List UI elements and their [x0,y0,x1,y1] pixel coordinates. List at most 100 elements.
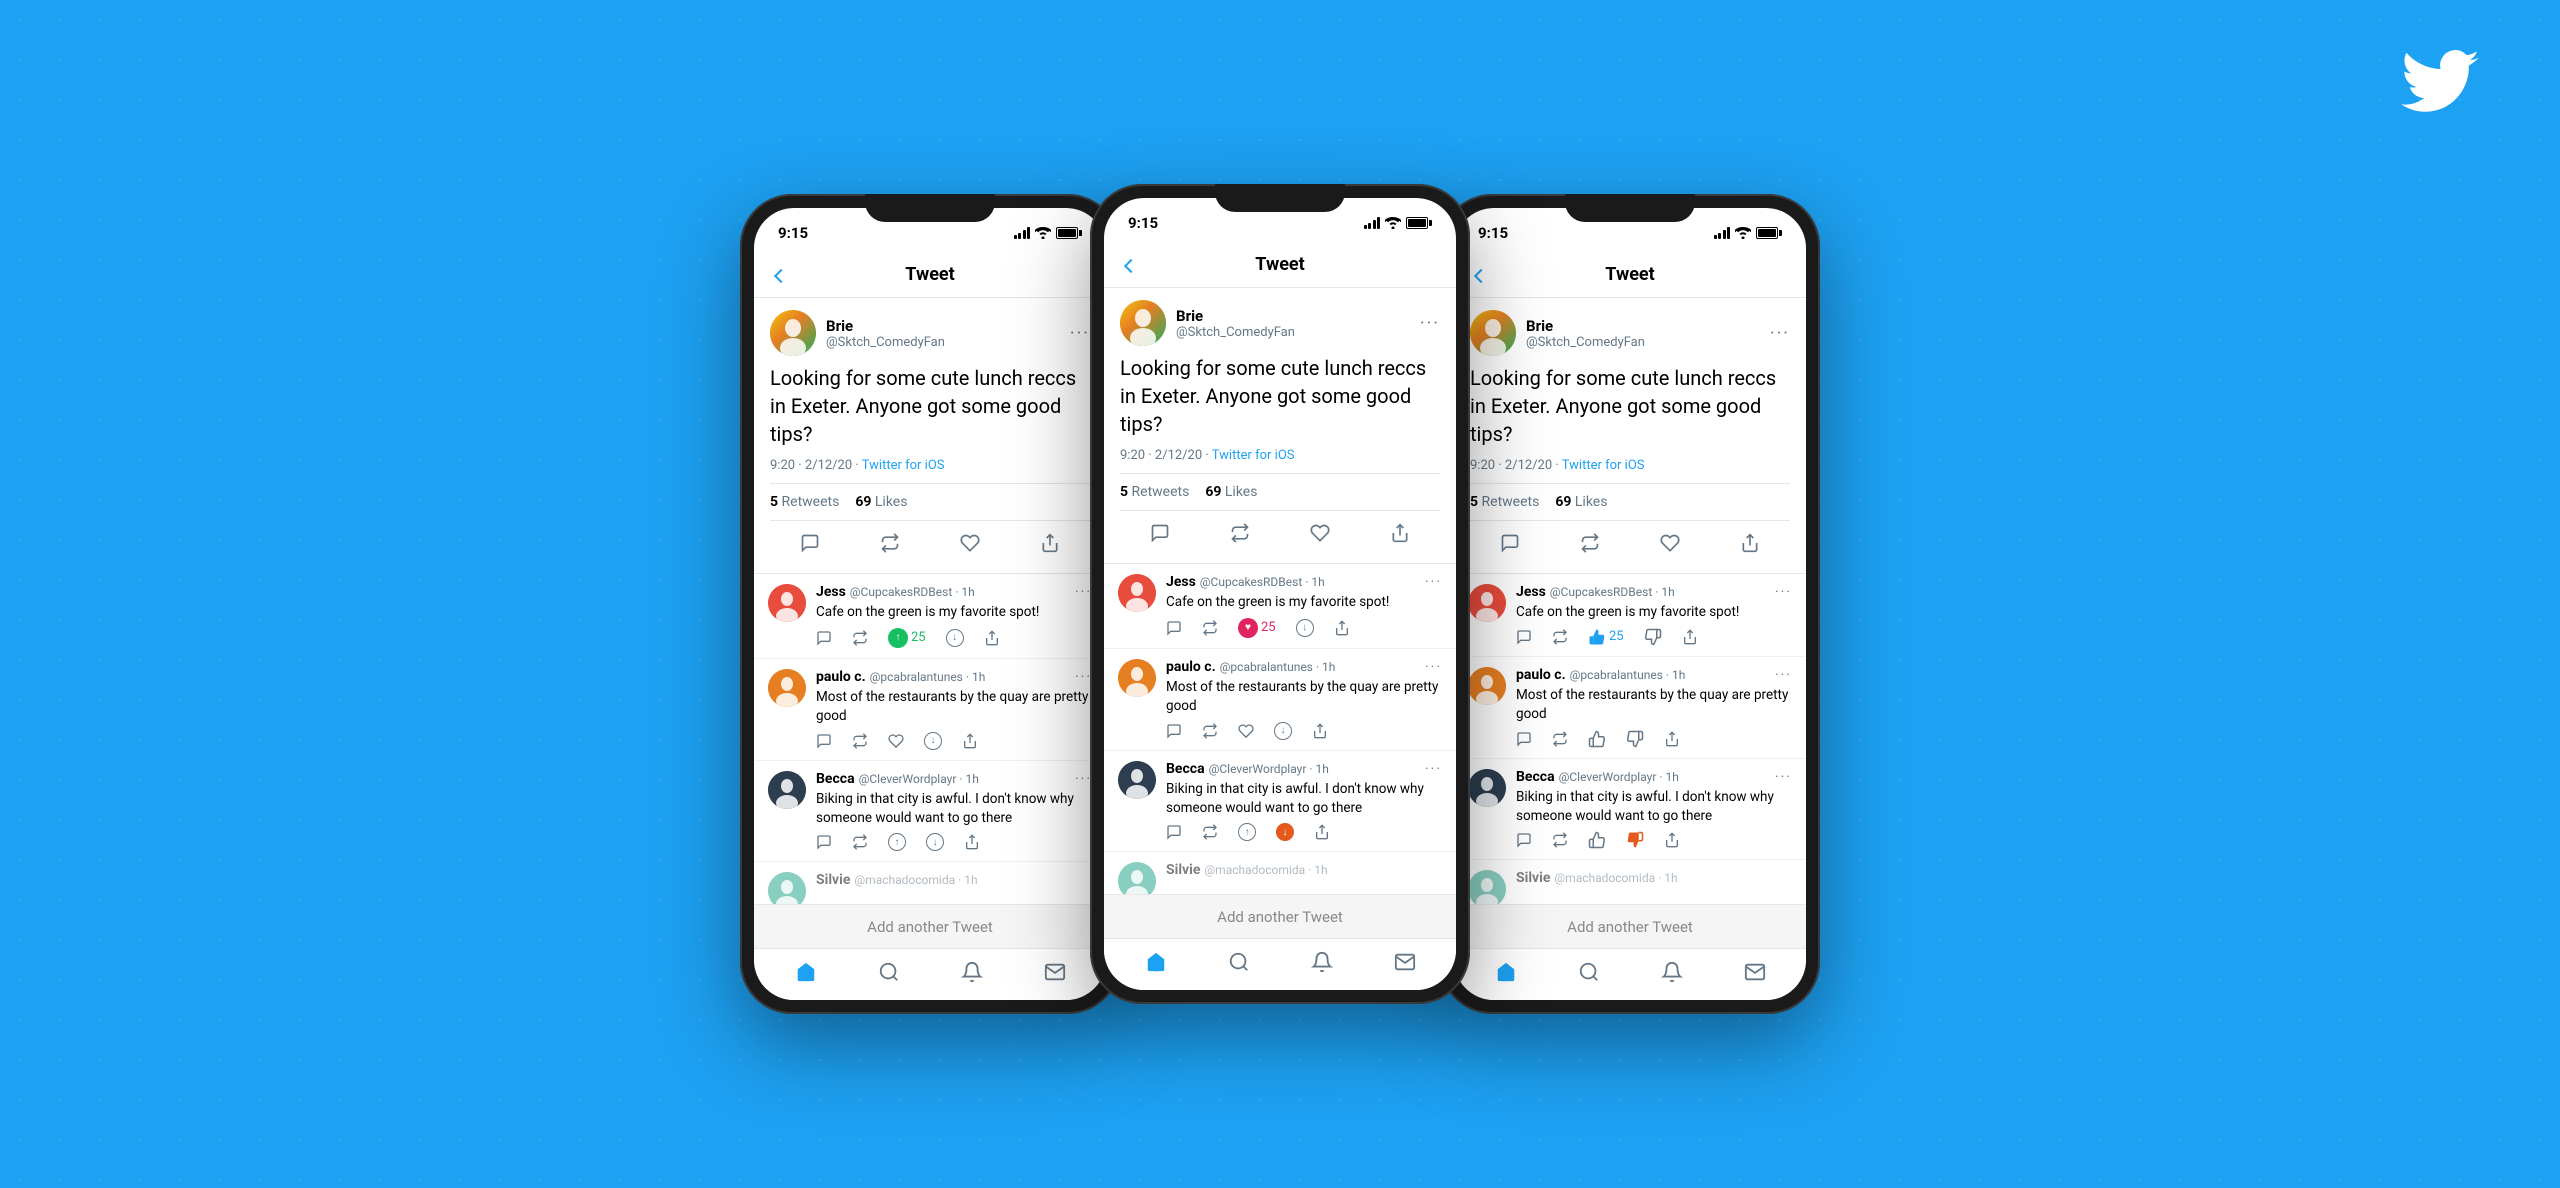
reply-dl3-btn[interactable]: ↓ [926,833,944,851]
twitter-source-link-2[interactable]: Twitter for iOS [1212,448,1295,463]
reply-share2-btn-2[interactable] [1312,723,1328,739]
reply-retweet-btn[interactable] [852,630,868,646]
reply-retweet-btn-2[interactable] [1202,620,1218,636]
phone-3-add-tweet[interactable]: Add another Tweet [1454,904,1806,948]
reply-react-jess[interactable]: ↑ 25 [888,628,926,648]
mail-nav-icon[interactable] [1044,961,1066,989]
back-button-3[interactable] [1470,262,1486,287]
reply-thumb-up-paulo-3[interactable] [1588,730,1606,748]
twitter-source-link-3[interactable]: Twitter for iOS [1562,458,1645,473]
reply-retweet2-btn-2[interactable] [1202,723,1218,739]
retweet-action-3[interactable] [1580,533,1600,553]
twitter-source-link[interactable]: Twitter for iOS [862,458,945,473]
reply-retweet3-btn[interactable] [852,834,868,850]
reply-dl2-btn-2[interactable]: ↓ [1274,722,1292,740]
reply-body-becca: Becca @CleverWordplayr · 1h ··· Biking i… [816,771,1092,852]
reply-reply2-btn-2[interactable] [1166,723,1182,739]
reply-reply3-btn-3[interactable] [1516,832,1532,848]
search-nav-icon[interactable] [878,961,900,989]
reply-reply3-btn[interactable] [816,834,832,850]
reply-thumb-down-paulo-3[interactable] [1626,730,1644,748]
heart-action-2[interactable] [1310,523,1330,543]
silvie-avatar-3 [1468,870,1506,908]
phone-1-frame: 9:15 [740,194,1120,1014]
reply-retweet3-btn-3[interactable] [1552,832,1568,848]
reply-dl-btn[interactable]: ↓ [946,629,964,647]
more-options-button[interactable]: ··· [1070,323,1090,344]
reply-reply-btn-3[interactable] [1516,629,1532,645]
reply-more-jess-3[interactable]: ··· [1775,584,1792,600]
reply-react-jess-2[interactable]: ♥ 25 [1238,618,1276,638]
share-action-3[interactable] [1740,533,1760,553]
reply-text-jess: Cafe on the green is my favorite spot! [816,603,1092,622]
reply-circle-down-orange-2[interactable]: ↓ [1276,823,1294,841]
reply-retweet-btn-3[interactable] [1552,629,1568,645]
reply-retweet2-btn-3[interactable] [1552,731,1568,747]
reply-circle-up-becca-2[interactable]: ↑ [1238,823,1256,841]
reply-name-silvie: Silvie [816,872,850,888]
battery-icon [1056,227,1082,239]
reply-action-2[interactable] [1150,523,1170,543]
reply-share-btn-2[interactable] [1334,620,1350,636]
reply-thumb-down-3[interactable] [1644,628,1662,646]
notifications-nav-icon-3[interactable] [1661,961,1683,989]
reply-thumb-down-orange-becca-3[interactable] [1626,831,1644,849]
heart-action-3[interactable] [1660,533,1680,553]
phone-2-add-tweet[interactable]: Add another Tweet [1104,894,1456,938]
reply-share-btn[interactable] [984,630,1000,646]
home-nav-icon-2[interactable] [1145,951,1167,979]
reply-share3-btn-3[interactable] [1664,832,1680,848]
reply-action-3[interactable] [1500,533,1520,553]
reply-heart2-btn[interactable] [888,733,904,749]
reply-share2-btn[interactable] [962,733,978,749]
reply-thumb-up-jess-3[interactable]: 25 [1588,628,1624,646]
reply-more-paulo-2[interactable]: ··· [1425,659,1442,675]
reply-header-paulo-3: paulo c. @pcabralantunes · 1h ··· [1516,667,1792,683]
search-nav-icon-2[interactable] [1228,951,1250,979]
reply-more-becca-2[interactable]: ··· [1425,761,1442,777]
home-nav-icon-3[interactable] [1495,961,1517,989]
home-nav-icon[interactable] [795,961,817,989]
mail-nav-icon-3[interactable] [1744,961,1766,989]
reply-item-jess: Jess @CupcakesRDBest · 1h ··· Cafe on th… [754,574,1106,659]
share-action-2[interactable] [1390,523,1410,543]
reply-more-becca-3[interactable]: ··· [1775,769,1792,785]
more-options-button-3[interactable]: ··· [1770,323,1790,344]
reply-retweet2-btn[interactable] [852,733,868,749]
reply-action[interactable] [800,533,820,553]
phone-1-add-tweet[interactable]: Add another Tweet [754,904,1106,948]
reply-share-btn-3[interactable] [1682,629,1698,645]
reply-reply2-btn-3[interactable] [1516,731,1532,747]
reply-body-becca-3: Becca @CleverWordplayr · 1h ··· Biking i… [1516,769,1792,850]
reply-share3-btn[interactable] [964,834,980,850]
tweet-header-3: Brie @Sktch_ComedyFan ··· [1470,310,1790,356]
reply-reply2-btn[interactable] [816,733,832,749]
reply-more-paulo-3[interactable]: ··· [1775,667,1792,683]
reply-share2-btn-3[interactable] [1664,731,1680,747]
reply-reply-btn[interactable] [816,630,832,646]
add-tweet-label: Add another Tweet [867,918,993,936]
reply-more-jess-2[interactable]: ··· [1425,574,1442,590]
reply-reply3-btn-2[interactable] [1166,824,1182,840]
back-button[interactable] [770,262,786,287]
share-action[interactable] [1040,533,1060,553]
reply-thumb-up-becca-3[interactable] [1588,831,1606,849]
reply-actions-becca-3 [1516,831,1792,849]
reply-reply-btn-2[interactable] [1166,620,1182,636]
reply-retweet3-btn-2[interactable] [1202,824,1218,840]
reply-share3-btn-2[interactable] [1314,824,1330,840]
reply-circle-up-becca[interactable]: ↑ [888,833,906,851]
notifications-nav-icon-2[interactable] [1311,951,1333,979]
notifications-nav-icon[interactable] [961,961,983,989]
reply-actions-jess: ↑ 25 ↓ [816,628,1092,648]
heart-action[interactable] [960,533,980,553]
reply-dl2-btn[interactable]: ↓ [924,732,942,750]
retweet-action[interactable] [880,533,900,553]
mail-nav-icon-2[interactable] [1394,951,1416,979]
back-button-2[interactable] [1120,252,1136,277]
reply-heart2-btn-2[interactable] [1238,723,1254,739]
search-nav-icon-3[interactable] [1578,961,1600,989]
reply-dl-btn-2[interactable]: ↓ [1296,619,1314,637]
retweet-action-2[interactable] [1230,523,1250,543]
more-options-button-2[interactable]: ··· [1420,313,1440,334]
